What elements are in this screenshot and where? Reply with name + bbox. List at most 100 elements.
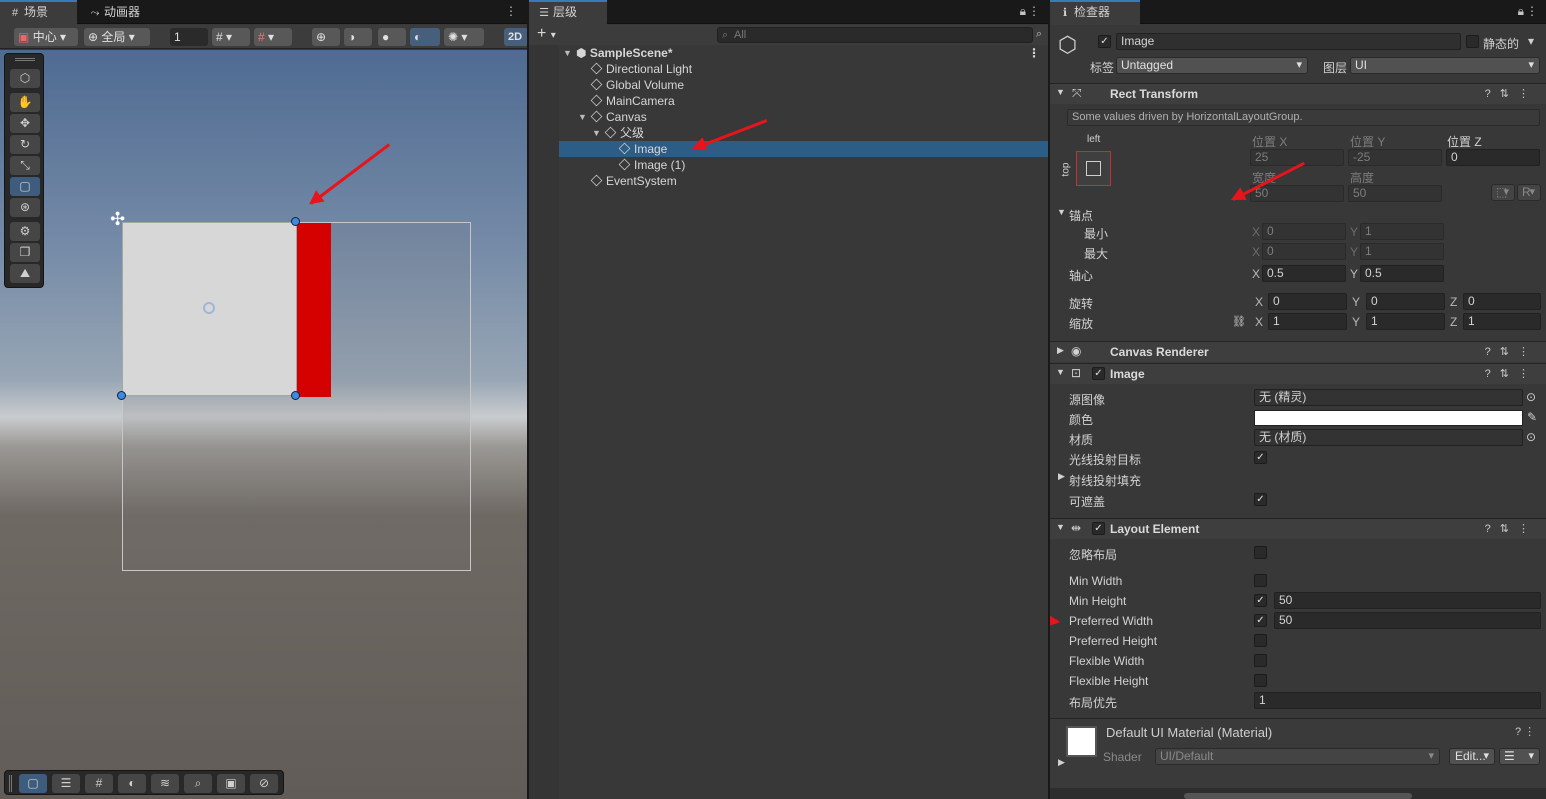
blueprint-button[interactable]: ⬚ <box>1491 184 1515 201</box>
space-dropdown[interactable]: ⊕ 全局 ▾ <box>84 28 150 46</box>
tab-inspector[interactable]: ℹ 检查器 <box>1050 0 1140 25</box>
material-field[interactable]: 无 (材质) <box>1254 429 1523 446</box>
flexible-width-checkbox[interactable] <box>1254 654 1267 667</box>
hierarchy-item-maincamera[interactable]: MainCamera <box>529 93 1048 109</box>
preferred-height-checkbox[interactable] <box>1254 634 1267 647</box>
grid-snap-dropdown[interactable]: # ▾ <box>212 28 250 46</box>
lock-icon[interactable]: 🔒︎ <box>1518 4 1524 19</box>
pivot-x-field[interactable]: 0.5 <box>1262 265 1346 282</box>
color-field[interactable] <box>1254 410 1523 426</box>
filter-icon[interactable]: ⌕ <box>1036 28 1042 41</box>
anchors-expand-icon[interactable]: ▼ <box>1057 207 1066 217</box>
scale-x-field[interactable]: 1 <box>1268 313 1347 330</box>
move-tool-icon[interactable]: ✥ <box>10 114 40 133</box>
wireframe-button[interactable]: ⊕ <box>312 28 340 46</box>
raw-edit-button[interactable]: R <box>1517 184 1541 201</box>
rect-tool-icon[interactable]: ▢ <box>10 177 40 196</box>
rotate-tool-icon[interactable]: ↻ <box>10 135 40 154</box>
expand-icon[interactable]: ▼ <box>592 125 601 141</box>
source-image-field[interactable]: 无 (精灵) <box>1254 389 1523 406</box>
pos-z-field[interactable]: 0 <box>1446 149 1540 166</box>
min-height-checkbox[interactable]: ✓ <box>1254 594 1267 607</box>
anchor-preset-button[interactable] <box>1076 151 1111 186</box>
image-enabled-checkbox[interactable]: ✓ <box>1092 367 1105 380</box>
rect-handle-bl[interactable] <box>117 391 126 400</box>
material-menu-icons[interactable]: ? ⋮ <box>1515 725 1535 738</box>
hierarchy-item-global-volume[interactable]: Global Volume <box>529 77 1048 93</box>
increment-snap-dropdown[interactable]: # ▾ <box>254 28 292 46</box>
layout-priority-field[interactable]: 1 <box>1254 692 1541 709</box>
2d-toggle[interactable]: 2D <box>504 28 527 46</box>
grid-overlay-icon[interactable]: # <box>85 774 113 793</box>
lighting-overlay-icon[interactable]: ◐ <box>118 774 146 793</box>
min-height-field[interactable]: 50 <box>1274 592 1541 609</box>
anchor-icon[interactable]: ✣ <box>110 210 125 228</box>
tag-dropdown[interactable]: Untagged <box>1116 57 1308 74</box>
rect-transform-header[interactable]: ▼ ⤧ Rect Transform ?⇅⋮ <box>1050 83 1546 104</box>
flexible-height-checkbox[interactable] <box>1254 674 1267 687</box>
static-checkbox[interactable] <box>1466 35 1479 48</box>
layout-element-header[interactable]: ▼ ⇹ ✓ Layout Element ?⇅⋮ <box>1050 518 1546 539</box>
layer-dropdown[interactable]: UI <box>1350 57 1540 74</box>
scale-tool-icon[interactable]: ⤡ <box>10 156 40 175</box>
rect-overlay-icon[interactable]: ▢ <box>19 774 47 793</box>
more-icon[interactable]: ⋮ <box>505 4 517 18</box>
image-1-rect[interactable] <box>297 223 331 397</box>
rect-handle-tr[interactable] <box>291 217 300 226</box>
copy-tool-icon[interactable]: ❐ <box>10 243 40 262</box>
rotation-z-field[interactable]: 0 <box>1463 293 1541 310</box>
hierarchy-item-samplescene[interactable]: ▼ ⬢ SampleScene* ⋮ <box>529 45 1048 61</box>
expand-icon[interactable]: ▶ <box>1057 345 1064 356</box>
maskable-checkbox[interactable]: ✓ <box>1254 493 1267 506</box>
rotation-x-field[interactable]: 0 <box>1268 293 1347 310</box>
hierarchy-item-parent[interactable]: ▼ 父级 <box>529 125 1048 141</box>
terrain-tool-icon[interactable]: ⛰ <box>10 264 40 283</box>
layout-element-enabled-checkbox[interactable]: ✓ <box>1092 522 1105 535</box>
view-cube-icon[interactable]: ⬡ <box>10 69 40 88</box>
hierarchy-item-image-1[interactable]: Image (1) <box>529 157 1048 173</box>
hierarchy-item-eventsystem[interactable]: EventSystem <box>529 173 1048 189</box>
canvas-renderer-header[interactable]: ▶ ◉ Canvas Renderer ?⇅⋮ <box>1050 341 1546 362</box>
layers-icon[interactable]: ≋ <box>151 774 179 793</box>
lighting-button[interactable]: ◐ <box>410 28 440 46</box>
snap-value-field[interactable]: 1 <box>170 28 208 46</box>
shaded-button[interactable]: ● <box>378 28 406 46</box>
link-icon[interactable]: ⛓ <box>1232 315 1246 328</box>
more-icon[interactable]: ⋮ <box>1526 4 1538 18</box>
component-menu-icons[interactable]: ?⇅⋮ <box>1485 522 1538 535</box>
pivot-handle[interactable] <box>203 302 215 314</box>
scene-viewport[interactable]: ✣ <box>0 50 527 799</box>
eyedropper-icon[interactable]: ✎ <box>1527 410 1537 424</box>
expand-icon[interactable]: ▶ <box>1058 757 1065 768</box>
collapse-icon[interactable]: ▼ <box>1056 522 1065 532</box>
component-menu-icons[interactable]: ?⇅⋮ <box>1485 345 1538 358</box>
camera-icon[interactable]: ▣ <box>217 774 245 793</box>
rect-handle-br[interactable] <box>291 391 300 400</box>
rotation-y-field[interactable]: 0 <box>1366 293 1445 310</box>
min-width-checkbox[interactable] <box>1254 574 1267 587</box>
align-icon[interactable]: ☰ <box>52 774 80 793</box>
tab-scene[interactable]: # 场景 <box>0 0 77 25</box>
collapse-icon[interactable]: ▼ <box>1056 87 1065 97</box>
hierarchy-item-directional-light[interactable]: Directional Light <box>529 61 1048 77</box>
shader-options-dropdown[interactable]: ☰ <box>1499 748 1540 765</box>
transform-tool-icon[interactable]: ⊛ <box>10 198 40 217</box>
search-input[interactable]: ⌕ All <box>717 27 1033 43</box>
lock-icon[interactable]: 🔒︎ <box>1020 4 1026 19</box>
scale-y-field[interactable]: 1 <box>1366 313 1445 330</box>
hand-tool-icon[interactable]: ✋ <box>10 93 40 112</box>
active-checkbox[interactable]: ✓ <box>1098 35 1111 48</box>
expand-icon[interactable]: ▼ <box>578 109 587 125</box>
preferred-width-field[interactable]: 50 <box>1274 612 1541 629</box>
pivot-dropdown[interactable]: ▣ 中心 ▾ <box>14 28 78 46</box>
tab-animator[interactable]: ⤳ 动画器 <box>80 0 160 25</box>
scale-z-field[interactable]: 1 <box>1463 313 1541 330</box>
tab-hierarchy[interactable]: ☰ 层级 <box>529 0 607 25</box>
object-picker-icon[interactable]: ⊙ <box>1526 390 1536 404</box>
custom-tool-icon[interactable]: ⚙ <box>10 222 40 241</box>
static-dropdown-icon[interactable]: ▾ <box>1528 34 1534 48</box>
expand-icon[interactable]: ▼ <box>563 45 572 61</box>
component-menu-icons[interactable]: ?⇅⋮ <box>1485 367 1538 380</box>
more-icon[interactable]: ⋮ <box>1028 4 1040 18</box>
shader-dropdown[interactable]: UI/Default <box>1155 748 1440 765</box>
